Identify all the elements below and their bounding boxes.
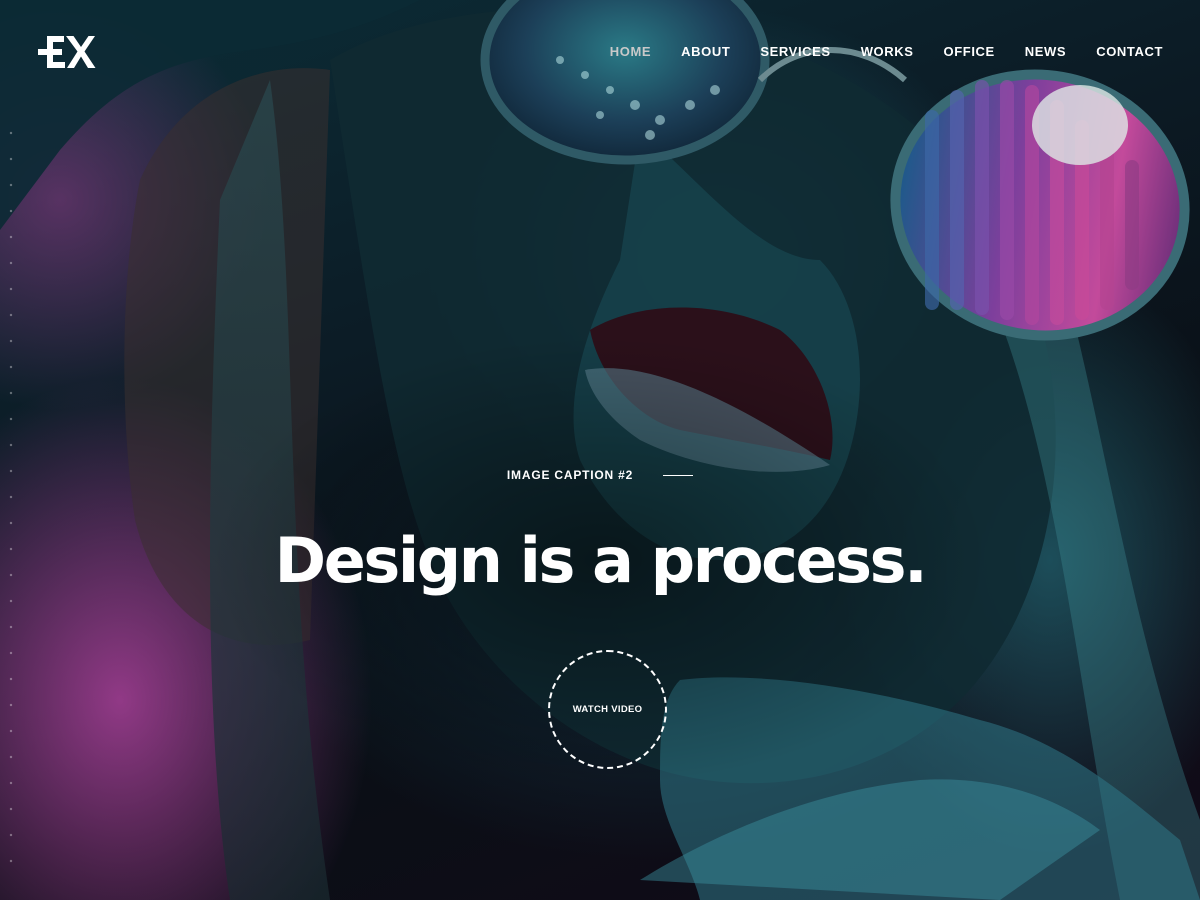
nav-item-home[interactable]: HOME <box>595 44 666 60</box>
nav-item-news[interactable]: NEWS <box>1010 44 1081 60</box>
caption-divider <box>663 475 694 476</box>
image-caption-row: IMAGE CAPTION #2 <box>0 468 1200 482</box>
watch-video-button[interactable]: WATCH VIDEO <box>548 650 667 769</box>
nav-item-office[interactable]: OFFICE <box>929 44 1010 60</box>
main-navigation: HOME ABOUT SERVICES WORKS OFFICE NEWS CO… <box>595 44 1178 60</box>
logo-mark <box>38 36 96 68</box>
decorative-dot-line <box>9 120 13 880</box>
ex-logo-icon[interactable] <box>36 34 96 70</box>
nav-item-about[interactable]: ABOUT <box>666 44 745 60</box>
watch-video-label: WATCH VIDEO <box>572 704 643 715</box>
hero-section: HOME ABOUT SERVICES WORKS OFFICE NEWS CO… <box>0 0 1200 900</box>
image-caption: IMAGE CAPTION #2 <box>506 468 634 482</box>
nav-item-services[interactable]: SERVICES <box>745 44 845 60</box>
hero-headline: Design is a process. <box>274 524 928 597</box>
nav-item-works[interactable]: WORKS <box>846 44 929 60</box>
nav-item-contact[interactable]: CONTACT <box>1081 44 1178 60</box>
